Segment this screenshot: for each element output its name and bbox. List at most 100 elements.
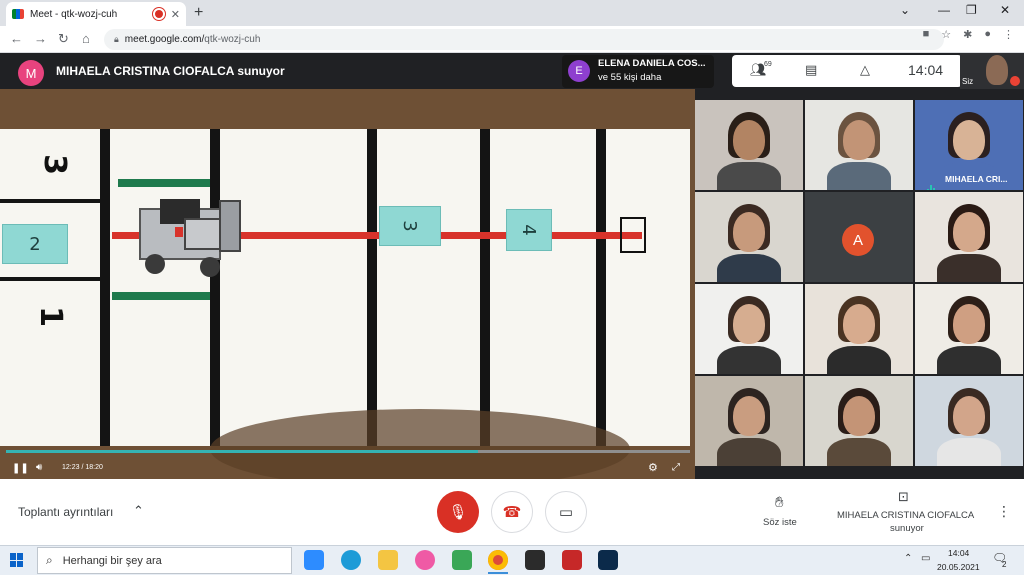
video-progress-fill bbox=[6, 450, 478, 453]
microphone-toggle-button[interactable]: 🎙︎ bbox=[437, 491, 479, 533]
photoshop-app-icon[interactable] bbox=[598, 550, 618, 570]
url-path: qtk-wozj-cuh bbox=[204, 34, 261, 45]
forward-arrow-icon[interactable]: → bbox=[34, 31, 47, 46]
participant-body bbox=[717, 346, 781, 374]
presenting-name[interactable]: MIHAELA CRISTINA CIOFALCA bbox=[837, 510, 974, 521]
shadow bbox=[210, 409, 630, 479]
url-input[interactable]: 🔒︎ meet.google.com/qtk-wozj-cuh bbox=[104, 29, 944, 50]
mat-stripe bbox=[367, 129, 377, 446]
search-icon: ⌕ bbox=[46, 553, 53, 567]
tray-chevron-icon[interactable]: ⌃ bbox=[904, 553, 912, 564]
volume-icon[interactable]: 🔊︎ bbox=[36, 462, 42, 473]
participant-tile[interactable]: MIHAELA CRI... bbox=[915, 100, 1023, 190]
profile-avatar-icon[interactable]: ● bbox=[984, 28, 991, 41]
camera-icon: ▭ bbox=[558, 504, 574, 521]
chevron-up-icon[interactable]: ⌃ bbox=[133, 503, 144, 519]
participant-tile[interactable] bbox=[695, 100, 803, 190]
video-timecode: 12:23 / 18:20 bbox=[62, 464, 103, 471]
hang-up-icon: ☎ bbox=[502, 504, 522, 521]
meet-favicon-icon bbox=[12, 9, 24, 19]
activities-icon[interactable]: △ bbox=[860, 62, 870, 78]
participant-tile[interactable] bbox=[695, 284, 803, 374]
participant-face bbox=[843, 120, 875, 160]
browser-tab-bar: Meet - qtk-wozj-cuh ✕ + ⌄ — ❐ ✕ bbox=[0, 0, 1024, 26]
mat-number: 3 bbox=[36, 154, 72, 175]
file-explorer-icon[interactable] bbox=[378, 550, 398, 570]
participant-tile[interactable] bbox=[915, 192, 1023, 282]
home-icon[interactable]: ⌂ bbox=[82, 31, 90, 46]
bookmark-star-icon[interactable]: ☆ bbox=[941, 28, 951, 41]
meeting-clock: 14:04 bbox=[908, 62, 944, 78]
new-tab-button[interactable]: + bbox=[194, 4, 203, 22]
other-presenter-name: ELENA DANIELA COS... bbox=[598, 58, 706, 69]
edge-app-icon[interactable] bbox=[341, 550, 361, 570]
participant-face bbox=[733, 120, 765, 160]
paint-app-icon[interactable] bbox=[415, 550, 435, 570]
raise-hand-icon[interactable]: ✋︎ bbox=[775, 494, 784, 511]
video-duration: 18:20 bbox=[85, 464, 103, 471]
presentation-stage[interactable]: 3 1 2 3 4 bbox=[0, 89, 695, 479]
participant-tile[interactable] bbox=[915, 376, 1023, 466]
mat-stripe bbox=[480, 129, 490, 446]
taskbar-search-input[interactable]: ⌕ Herhangi bir şey ara bbox=[37, 547, 292, 574]
speaking-indicator-icon bbox=[927, 175, 939, 190]
flash-app-icon[interactable] bbox=[562, 550, 582, 570]
participant-body bbox=[827, 346, 891, 374]
close-window-button[interactable]: ✕ bbox=[1000, 3, 1010, 17]
participant-face bbox=[953, 304, 985, 344]
other-presenter-more: ve 55 kişi daha bbox=[598, 72, 662, 83]
participant-count: 69 bbox=[764, 61, 772, 68]
participant-tile[interactable] bbox=[695, 376, 803, 466]
extensions-icon[interactable]: ✱ bbox=[963, 28, 972, 41]
participant-tile[interactable] bbox=[805, 100, 913, 190]
participant-tile[interactable] bbox=[805, 376, 913, 466]
settings-gear-icon[interactable]: ⚙ bbox=[648, 461, 658, 474]
pause-icon[interactable]: ❚❚ bbox=[12, 463, 29, 474]
browser-tab-meet[interactable]: Meet - qtk-wozj-cuh ✕ bbox=[6, 2, 186, 26]
self-face bbox=[986, 55, 1008, 85]
participant-body bbox=[937, 346, 1001, 374]
back-arrow-icon[interactable]: ← bbox=[10, 31, 23, 46]
search-placeholder: Herhangi bir şey ara bbox=[62, 554, 162, 567]
store-app-icon[interactable] bbox=[525, 550, 545, 570]
close-tab-icon[interactable]: ✕ bbox=[171, 8, 180, 21]
leave-call-button[interactable]: ☎ bbox=[491, 491, 533, 533]
camera-in-use-icon[interactable]: ■ bbox=[923, 28, 930, 41]
chrome-app-icon[interactable] bbox=[488, 550, 508, 570]
network-icon[interactable]: ▭ bbox=[921, 553, 930, 564]
taskbar-clock-time[interactable]: 14:04 bbox=[948, 548, 969, 558]
participant-tile[interactable] bbox=[915, 284, 1023, 374]
participant-tile[interactable] bbox=[695, 192, 803, 282]
present-screen-icon[interactable]: ⊡ bbox=[898, 489, 909, 505]
recording-indicator-icon bbox=[154, 10, 163, 18]
participant-tile[interactable]: A bbox=[805, 192, 913, 282]
camera-toggle-button[interactable]: ▭ bbox=[545, 491, 587, 533]
camtasia-app-icon[interactable] bbox=[452, 550, 472, 570]
chat-icon[interactable]: ▤ bbox=[805, 62, 817, 78]
participant-body bbox=[937, 438, 1001, 466]
restore-window-button[interactable]: ❐ bbox=[966, 3, 977, 17]
green-start-line bbox=[112, 292, 210, 300]
number-cube: 3 bbox=[379, 206, 441, 246]
fullscreen-icon[interactable]: ⤢ bbox=[672, 462, 680, 473]
presenter-avatar: M bbox=[18, 60, 44, 86]
mat-line bbox=[0, 199, 100, 203]
number-cube: 2 bbox=[2, 224, 68, 264]
participant-name: MIHAELA CRI... bbox=[945, 174, 1008, 184]
target-frame bbox=[620, 217, 646, 253]
minimize-window-button[interactable]: — bbox=[938, 3, 950, 17]
presenting-sub[interactable]: sunuyor bbox=[890, 523, 924, 534]
raise-hand-label[interactable]: Söz iste bbox=[763, 517, 797, 528]
windows-start-icon[interactable] bbox=[10, 553, 24, 567]
mat-stripe bbox=[100, 129, 110, 446]
participant-body bbox=[827, 438, 891, 466]
browser-menu-icon[interactable]: ⋮ bbox=[1003, 28, 1014, 41]
participant-tile[interactable] bbox=[805, 284, 913, 374]
more-options-icon[interactable]: ⋮ bbox=[997, 503, 1011, 520]
taskbar-clock-date[interactable]: 20.05.2021 bbox=[937, 562, 980, 572]
zoom-app-icon[interactable] bbox=[304, 550, 324, 570]
participant-avatar: A bbox=[842, 224, 874, 256]
profile-dropdown-icon[interactable]: ⌄ bbox=[900, 3, 910, 17]
reload-icon[interactable]: ↻ bbox=[58, 31, 69, 47]
meeting-details-button[interactable]: Toplantı ayrıntıları bbox=[18, 505, 113, 519]
